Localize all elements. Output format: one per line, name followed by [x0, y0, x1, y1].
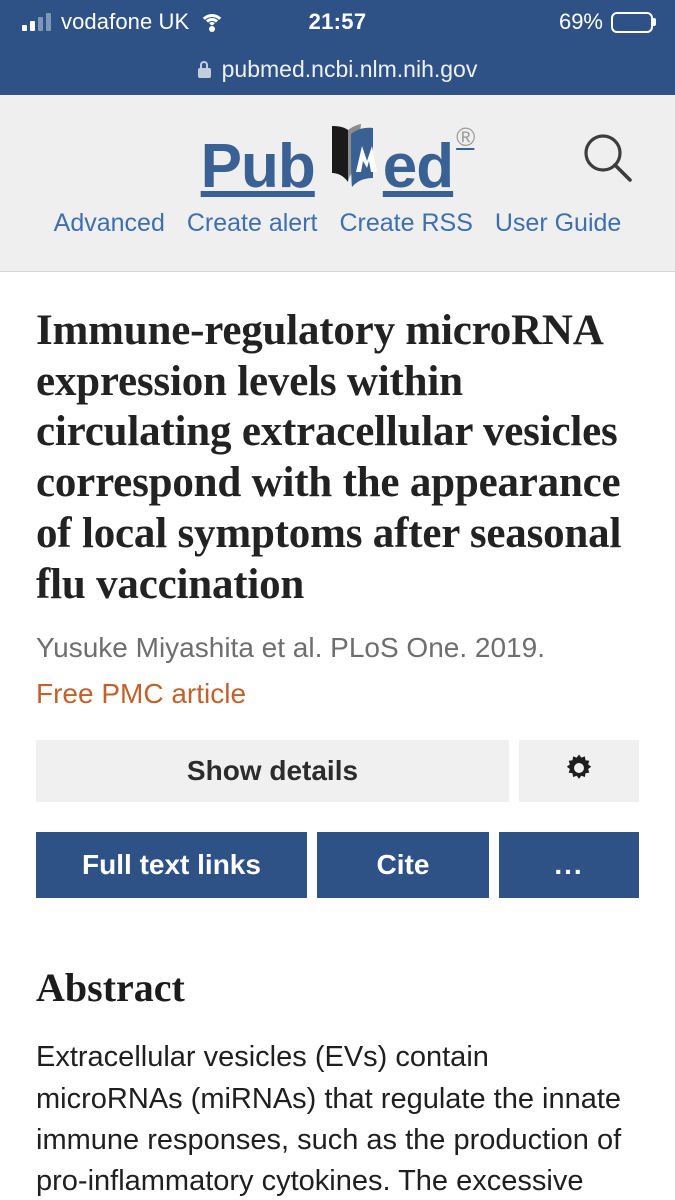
status-bar-left: vodafone UK — [22, 9, 226, 35]
url-bar[interactable]: pubmed.ncbi.nlm.nih.gov — [0, 44, 675, 95]
registered-mark: ® — [456, 122, 475, 152]
logo-text-ed: ed — [382, 132, 454, 201]
nav-link-create-alert[interactable]: Create alert — [187, 209, 318, 238]
wifi-icon — [199, 12, 226, 32]
settings-button[interactable] — [519, 740, 639, 803]
nav-link-user-guide[interactable]: User Guide — [495, 209, 621, 238]
action-button-row: Full text links Cite ... — [36, 832, 639, 899]
status-bar-right: 69% — [559, 9, 653, 35]
full-text-links-button[interactable]: Full text links — [36, 832, 307, 899]
article-citation: Yusuke Miyashita et al. PLoS One. 2019. — [36, 632, 545, 664]
browser-chrome: vodafone UK 21:57 69% pubmed.ncbi.nlm.ni… — [0, 0, 675, 95]
details-button-row: Show details — [36, 740, 639, 803]
more-options-button[interactable]: ... — [499, 832, 639, 899]
nav-link-advanced[interactable]: Advanced — [54, 209, 165, 238]
status-bar: vodafone UK 21:57 69% — [0, 0, 675, 44]
gear-icon — [561, 750, 597, 793]
signal-bars-icon — [22, 13, 51, 31]
header-nav-links: Advanced Create alert Create RSS User Gu… — [0, 209, 675, 250]
logo-text-pub: Pub — [200, 132, 316, 201]
url-text: pubmed.ncbi.nlm.nih.gov — [221, 56, 478, 82]
show-details-button[interactable]: Show details — [36, 740, 509, 803]
search-icon[interactable] — [577, 128, 639, 190]
logo-row: Pub ed ® — [0, 109, 675, 209]
cite-button[interactable]: Cite — [317, 832, 489, 899]
abstract-text: Extracellular vesicles (EVs) contain mic… — [36, 1041, 622, 1197]
carrier-label: vodafone UK — [61, 9, 190, 34]
abstract-heading: Abstract — [36, 965, 185, 1011]
battery-percent-label: 69% — [558, 9, 603, 34]
open-book-icon — [311, 120, 389, 198]
lock-icon — [197, 61, 211, 78]
battery-icon — [611, 11, 653, 33]
pubmed-logo[interactable]: Pub ed ® — [201, 120, 475, 198]
article-content: Immune-regulatory microRNA expression le… — [0, 272, 675, 1200]
pubmed-header: Pub ed ® Advanced Create alert Create RS… — [0, 95, 675, 272]
free-pmc-article-badge[interactable]: Free PMC article — [36, 678, 639, 710]
nav-link-create-rss[interactable]: Create RSS — [339, 209, 472, 238]
article-title: Immune-regulatory microRNA expression le… — [36, 307, 622, 608]
